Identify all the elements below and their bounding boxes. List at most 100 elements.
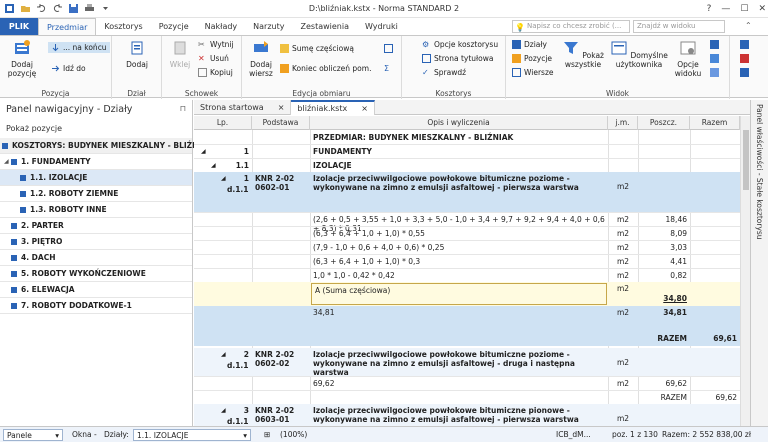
tab-pozycje[interactable]: Pozycje (151, 18, 197, 35)
close-tab-icon[interactable]: × (361, 104, 368, 113)
sprawdz-button[interactable]: ✓ Sprawdź (422, 68, 466, 77)
extra-toggle-3[interactable] (740, 68, 749, 77)
wklej-button[interactable]: Wklej (166, 40, 194, 69)
grid-scrollbar[interactable] (740, 116, 750, 426)
tree-item-izolacje[interactable]: 1.1. IZOLACJE (0, 170, 192, 186)
tree-item-pietro[interactable]: 3. PIĘTRO (0, 234, 192, 250)
sume-czesciowa-button[interactable]: Sumę częściową (280, 44, 354, 53)
tree-item-roboty-wykonczeniowe[interactable]: 5. ROBOTY WYKOŃCZENIOWE (0, 266, 192, 282)
opcje-widoku-button[interactable]: Opcje widoku (674, 40, 702, 78)
tab-narzuty[interactable]: Narzuty (245, 18, 292, 35)
usun-button[interactable]: ✕ Usuń (198, 54, 229, 63)
scrollbar-thumb[interactable] (743, 130, 749, 190)
na-koncu-button[interactable]: ... na końcu (48, 42, 110, 53)
grid-view-icon[interactable] (384, 44, 393, 53)
tree-item-roboty-ziemne[interactable]: 1.2. ROBOTY ZIEMNE (0, 186, 192, 202)
doc-tab-blizniak[interactable]: bliźniak.kstx × (291, 100, 375, 115)
tree-item-elewacja[interactable]: 6. ELEWACJA (0, 282, 192, 298)
col-header-jm[interactable]: j.m. (608, 116, 638, 130)
panele-dropdown[interactable]: Panele ▾ (3, 429, 63, 441)
sigma-icon[interactable]: Σ (384, 64, 393, 73)
print-icon[interactable] (84, 3, 95, 14)
pokaz-wszystkie-button[interactable]: Pokaż wszystkie (562, 40, 604, 69)
view-search-input[interactable]: Znajdź w widoku (633, 20, 725, 33)
col-header-poszcz[interactable]: Poszcz. (638, 116, 690, 130)
tab-plik[interactable]: PLIK (0, 18, 38, 35)
kopiuj-button[interactable]: Kopiuj (198, 68, 233, 77)
strona-tytulowa-button[interactable]: Strona tytułowa (422, 54, 493, 63)
properties-side-panel[interactable]: Panel właściwości - Stałe kosztorysu (750, 100, 768, 426)
opcje-kosztorysu-button[interactable]: ⚙ Opcje kosztorysu (422, 40, 498, 49)
redo-icon[interactable] (52, 3, 63, 14)
show-positions-link[interactable]: Pokaż pozycje (0, 118, 192, 136)
save-icon[interactable] (68, 3, 79, 14)
side-panel-toggle-1[interactable] (710, 40, 719, 49)
table-row[interactable]: ◢ 1.1 IZOLACJE (194, 158, 740, 172)
tree-item-dach[interactable]: 4. DACH (0, 250, 192, 266)
side-panel-toggle-3[interactable] (710, 68, 719, 77)
dzialy-toggle[interactable]: Działy (512, 40, 547, 49)
customize-qa-icon[interactable] (100, 3, 111, 14)
side-panel-toggle-2[interactable] (710, 54, 719, 63)
zoom-level[interactable]: (100%) (280, 429, 307, 441)
koniec-obliczen-button[interactable]: Koniec obliczeń pom. (280, 64, 371, 73)
col-header-podstawa[interactable]: Podstawa (252, 116, 310, 130)
expand-arrow-icon[interactable]: ◢ (4, 158, 11, 165)
dodaj-wiersz-button[interactable]: Dodaj wiersz (246, 40, 276, 78)
collapse-ribbon-icon[interactable]: ⌃ (745, 21, 752, 30)
wytnij-button[interactable]: ✂ Wytnij (198, 40, 234, 49)
col-header-razem[interactable]: Razem (690, 116, 740, 130)
col-header-opis[interactable]: Opis i wyliczenia (310, 116, 608, 130)
wiersze-toggle[interactable]: Wiersze (512, 68, 554, 77)
table-row-measure[interactable]: (2,6 + 0,5 + 3,55 + 1,0 + 3,3 + 5,0 - 1,… (194, 212, 740, 233)
close-tab-icon[interactable]: × (278, 103, 285, 112)
table-row-measure[interactable]: (7,9 - 1,0 + 0,6 + 4,0 + 0,6) * 0,25 m2 … (194, 240, 740, 254)
table-row-measure[interactable]: (6,3 + 6,4 + 1,0 + 1,0) * 0,3 m2 4,41 (194, 254, 740, 268)
dzialy-dropdown[interactable]: 1.1. IZOLACJE ▾ (133, 429, 251, 441)
col-header-lp[interactable]: Lp. (194, 116, 252, 130)
group-dzial: Dodaj Dział (112, 36, 162, 99)
partial-sum-editor[interactable]: A (Suma częściowa) (311, 283, 607, 305)
fit-icon[interactable]: ⊞ (264, 429, 270, 441)
table-row-position[interactable]: ◢ 3 d.1.1 KNR 2-02 0603-01 Izolacje prze… (194, 404, 740, 426)
close-icon[interactable]: ✕ (758, 4, 766, 14)
table-row[interactable]: PRZEDMIAR: BUDYNEK MIESZKALNY - BLIŹNIAK (194, 131, 740, 144)
table-row-total[interactable]: RAZEM 69,62 (194, 390, 740, 404)
tab-kosztorys[interactable]: Kosztorys (96, 18, 150, 35)
pozycje-toggle[interactable]: Pozycje (512, 54, 552, 63)
table-row-position[interactable]: ◢ 1 d.1.1 KNR 2-02 0602-01 Izolacje prze… (194, 172, 740, 200)
tree-item-roboty-inne[interactable]: 1.3. ROBOTY INNE (0, 202, 192, 218)
minimize-icon[interactable]: — (721, 4, 730, 14)
table-row-position[interactable]: ◢ 2 d.1.1 KNR 2-02 0602-02 Izolacje prze… (194, 348, 740, 377)
open-folder-icon[interactable] (20, 3, 31, 14)
tab-naklady[interactable]: Nakłady (197, 18, 246, 35)
tab-wydruki[interactable]: Wydruki (357, 18, 406, 35)
maximize-icon[interactable]: ☐ (740, 4, 748, 14)
tree-item-root[interactable]: KOSZTORYS: BUDYNEK MIESZKALNY - BLIŹNIAK (0, 138, 213, 154)
table-row-measure[interactable]: (6,3 + 6,4 + 1,0 + 1,0) * 0,55 m2 8,09 (194, 226, 740, 240)
sections-icon (512, 40, 521, 49)
dodaj-pozycje-button[interactable]: Dodaj pozycję (4, 40, 40, 78)
table-row-measure[interactable]: 34,81 m2 34,81 (194, 306, 740, 320)
help-icon[interactable]: ? (707, 4, 712, 14)
extra-toggle-1[interactable] (740, 40, 749, 49)
table-row-measure[interactable]: 69,62 m2 69,62 (194, 376, 740, 390)
pin-icon[interactable]: ⊓ (180, 104, 186, 113)
okna-menu[interactable]: Okna - (72, 429, 97, 441)
idz-do-button[interactable]: Idź do (51, 64, 86, 73)
table-row-partial-sum[interactable]: A (Suma częściowa) m2 34,80 (194, 282, 740, 306)
tree-item-parter[interactable]: 2. PARTER (0, 218, 192, 234)
dodaj-dzial-button[interactable]: Dodaj (120, 40, 154, 69)
tab-zestawienia[interactable]: Zestawienia (293, 18, 358, 35)
table-row[interactable]: ◢ 1 FUNDAMENTY (194, 144, 740, 158)
table-row-total[interactable]: RAZEM 69,61 (194, 332, 740, 346)
help-search-input[interactable]: 💡 Napisz co chcesz zrobić (... (512, 20, 630, 33)
table-row-measure[interactable]: 1,0 * 1,0 - 0,42 * 0,42 m2 0,82 (194, 268, 740, 282)
doc-tab-strona-startowa[interactable]: Strona startowa × (194, 100, 292, 115)
extra-toggle-2[interactable] (740, 54, 749, 63)
undo-icon[interactable] (36, 3, 47, 14)
tree-item-roboty-dodatkowe[interactable]: 7. ROBOTY DODATKOWE-1 (0, 298, 192, 314)
tab-przedmiar[interactable]: Przedmiar (38, 18, 97, 35)
tree-item-fundamenty[interactable]: ◢ 1. FUNDAMENTY (0, 154, 192, 170)
domyslne-uzytkownika-button[interactable]: Domyślne użytkownika (610, 40, 668, 69)
